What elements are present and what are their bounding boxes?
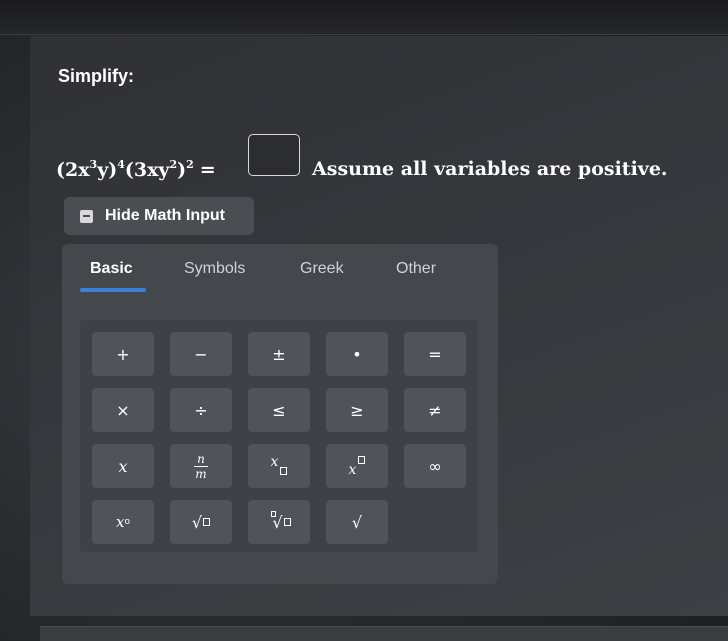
expr-part: y)	[97, 159, 118, 181]
key-subscript[interactable]: x	[248, 444, 310, 488]
key-nth-root[interactable]: √	[248, 500, 310, 544]
hide-math-input-button[interactable]: Hide Math Input	[64, 197, 254, 235]
active-tab-indicator	[80, 288, 146, 292]
tab-symbols[interactable]: Symbols	[184, 260, 245, 278]
key-divide[interactable]: ÷	[170, 388, 232, 432]
key-superscript[interactable]: x	[326, 444, 388, 488]
bottom-strip	[40, 626, 728, 641]
sqrt-placeholder-icon	[203, 518, 211, 526]
tab-basic[interactable]: Basic	[90, 260, 133, 278]
math-input-panel: Basic Symbols Greek Other + − ± • = × ÷ …	[62, 244, 498, 584]
math-expression: (2x3y)4(3xy2)2 =	[56, 158, 226, 181]
expr-part: (2x	[56, 159, 90, 181]
expr-equals: =	[199, 159, 216, 181]
key-less-equal[interactable]: ≤	[248, 388, 310, 432]
fraction-denominator: m	[195, 466, 207, 481]
expr-part: (3xy	[124, 159, 170, 181]
key-variable-x[interactable]: x	[92, 444, 154, 488]
keypad: + − ± • = × ÷ ≤ ≥ ≠ x n m x x ∞ xo √ √ √	[80, 320, 478, 552]
degree-base: x	[116, 513, 125, 531]
tab-other[interactable]: Other	[396, 260, 436, 278]
minus-square-icon	[80, 209, 93, 223]
degree-mark: o	[124, 517, 130, 527]
key-radical[interactable]: √	[326, 500, 388, 544]
key-infinity[interactable]: ∞	[404, 444, 466, 488]
key-minus[interactable]: −	[170, 332, 232, 376]
nth-root-placeholder-icon	[283, 518, 291, 526]
key-times[interactable]: ×	[92, 388, 154, 432]
key-plus[interactable]: +	[92, 332, 154, 376]
key-not-equal[interactable]: ≠	[404, 388, 466, 432]
superscript-placeholder-icon	[358, 456, 366, 464]
key-degree[interactable]: xo	[92, 500, 154, 544]
answer-input-box[interactable]	[248, 134, 300, 176]
subscript-placeholder-icon	[280, 467, 288, 475]
expr-exponent: 4	[117, 158, 125, 171]
sqrt-icon: √	[191, 512, 203, 532]
key-dot[interactable]: •	[326, 332, 388, 376]
key-equals[interactable]: =	[404, 332, 466, 376]
expr-part: )	[177, 159, 187, 181]
superscript-base: x	[348, 462, 357, 478]
subscript-base: x	[270, 454, 279, 470]
fraction-numerator: n	[197, 451, 205, 466]
key-plus-minus[interactable]: ±	[248, 332, 310, 376]
expr-exponent: 2	[169, 158, 178, 171]
root-index-placeholder-icon	[271, 511, 277, 517]
key-fraction[interactable]: n m	[170, 444, 232, 488]
assumption-note: Assume all variables are positive.	[312, 158, 668, 180]
expr-exponent: 2	[186, 158, 194, 171]
key-greater-equal[interactable]: ≥	[326, 388, 388, 432]
key-square-root[interactable]: √	[170, 500, 232, 544]
top-bar	[0, 0, 728, 35]
tab-greek[interactable]: Greek	[300, 260, 344, 278]
question-prompt: Simplify:	[58, 66, 135, 86]
hide-math-input-label: Hide Math Input	[105, 207, 225, 224]
fraction-icon: n m	[194, 453, 208, 480]
